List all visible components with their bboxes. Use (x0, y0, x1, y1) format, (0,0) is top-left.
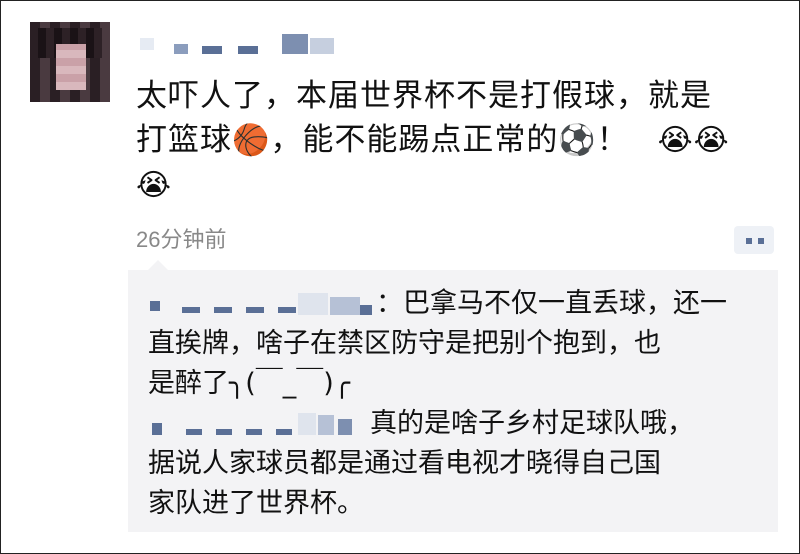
basketball-icon: 🏀 (232, 123, 271, 158)
post-timestamp: 26分钟前 (136, 227, 227, 252)
comment-text: ：巴拿马不仅一直丢球，还一 (376, 288, 727, 319)
commenter-name-blurred[interactable] (148, 292, 376, 317)
comment-dot-icon (758, 238, 764, 244)
laugh-cry-icon: 😭 (657, 123, 694, 158)
comment-dot-icon (746, 238, 752, 244)
comment-item[interactable]: ：巴拿马不仅一直丢球，还一 直挨牌，啥子在禁区防守是把别个抱到，也 是醉了╮(￣… (148, 284, 768, 404)
comment-text: 真的是啥子乡村足球队哦， (370, 408, 694, 439)
comment-text: 家队进了世界杯。 (148, 488, 364, 519)
laugh-cry-icon: 😭 (693, 123, 730, 158)
post-content: 太吓人了，本届世界杯不是打假球，就是 打篮球🏀，能不能踢点正常的⚽！ 😭😭 😭 (136, 74, 776, 208)
commenter-name-blurred[interactable] (148, 412, 358, 437)
username-blurred[interactable] (140, 34, 340, 56)
comment-text: 据说人家球员都是通过看电视才晓得自己国 (148, 448, 661, 479)
comments-notch (148, 260, 168, 270)
post-text-line2b: ，能不能踢点正常的 (270, 122, 559, 158)
comment-item[interactable]: 真的是啥子乡村足球队哦， 据说人家球员都是通过看电视才晓得自己国 家队进了世界杯… (148, 404, 768, 524)
comment-text: 直挨牌，啥子在禁区防守是把别个抱到，也 (148, 328, 661, 359)
avatar[interactable] (30, 22, 110, 102)
post-text-line2c: ！ (596, 122, 629, 158)
comment-button[interactable] (734, 226, 774, 254)
soccer-ball-icon: ⚽ (558, 123, 597, 158)
post-text-line1: 太吓人了，本届世界杯不是打假球，就是 (136, 78, 712, 114)
post-text-line2a: 打篮球 (136, 122, 232, 158)
comment-text: 是醉了╮(￣_￣)╭ (148, 368, 351, 399)
avatar-face-pixelated (56, 44, 86, 90)
laugh-cry-icon: 😭 (136, 168, 173, 203)
comments-panel: ：巴拿马不仅一直丢球，还一 直挨牌，啥子在禁区防守是把别个抱到，也 是醉了╮(￣… (128, 260, 778, 532)
